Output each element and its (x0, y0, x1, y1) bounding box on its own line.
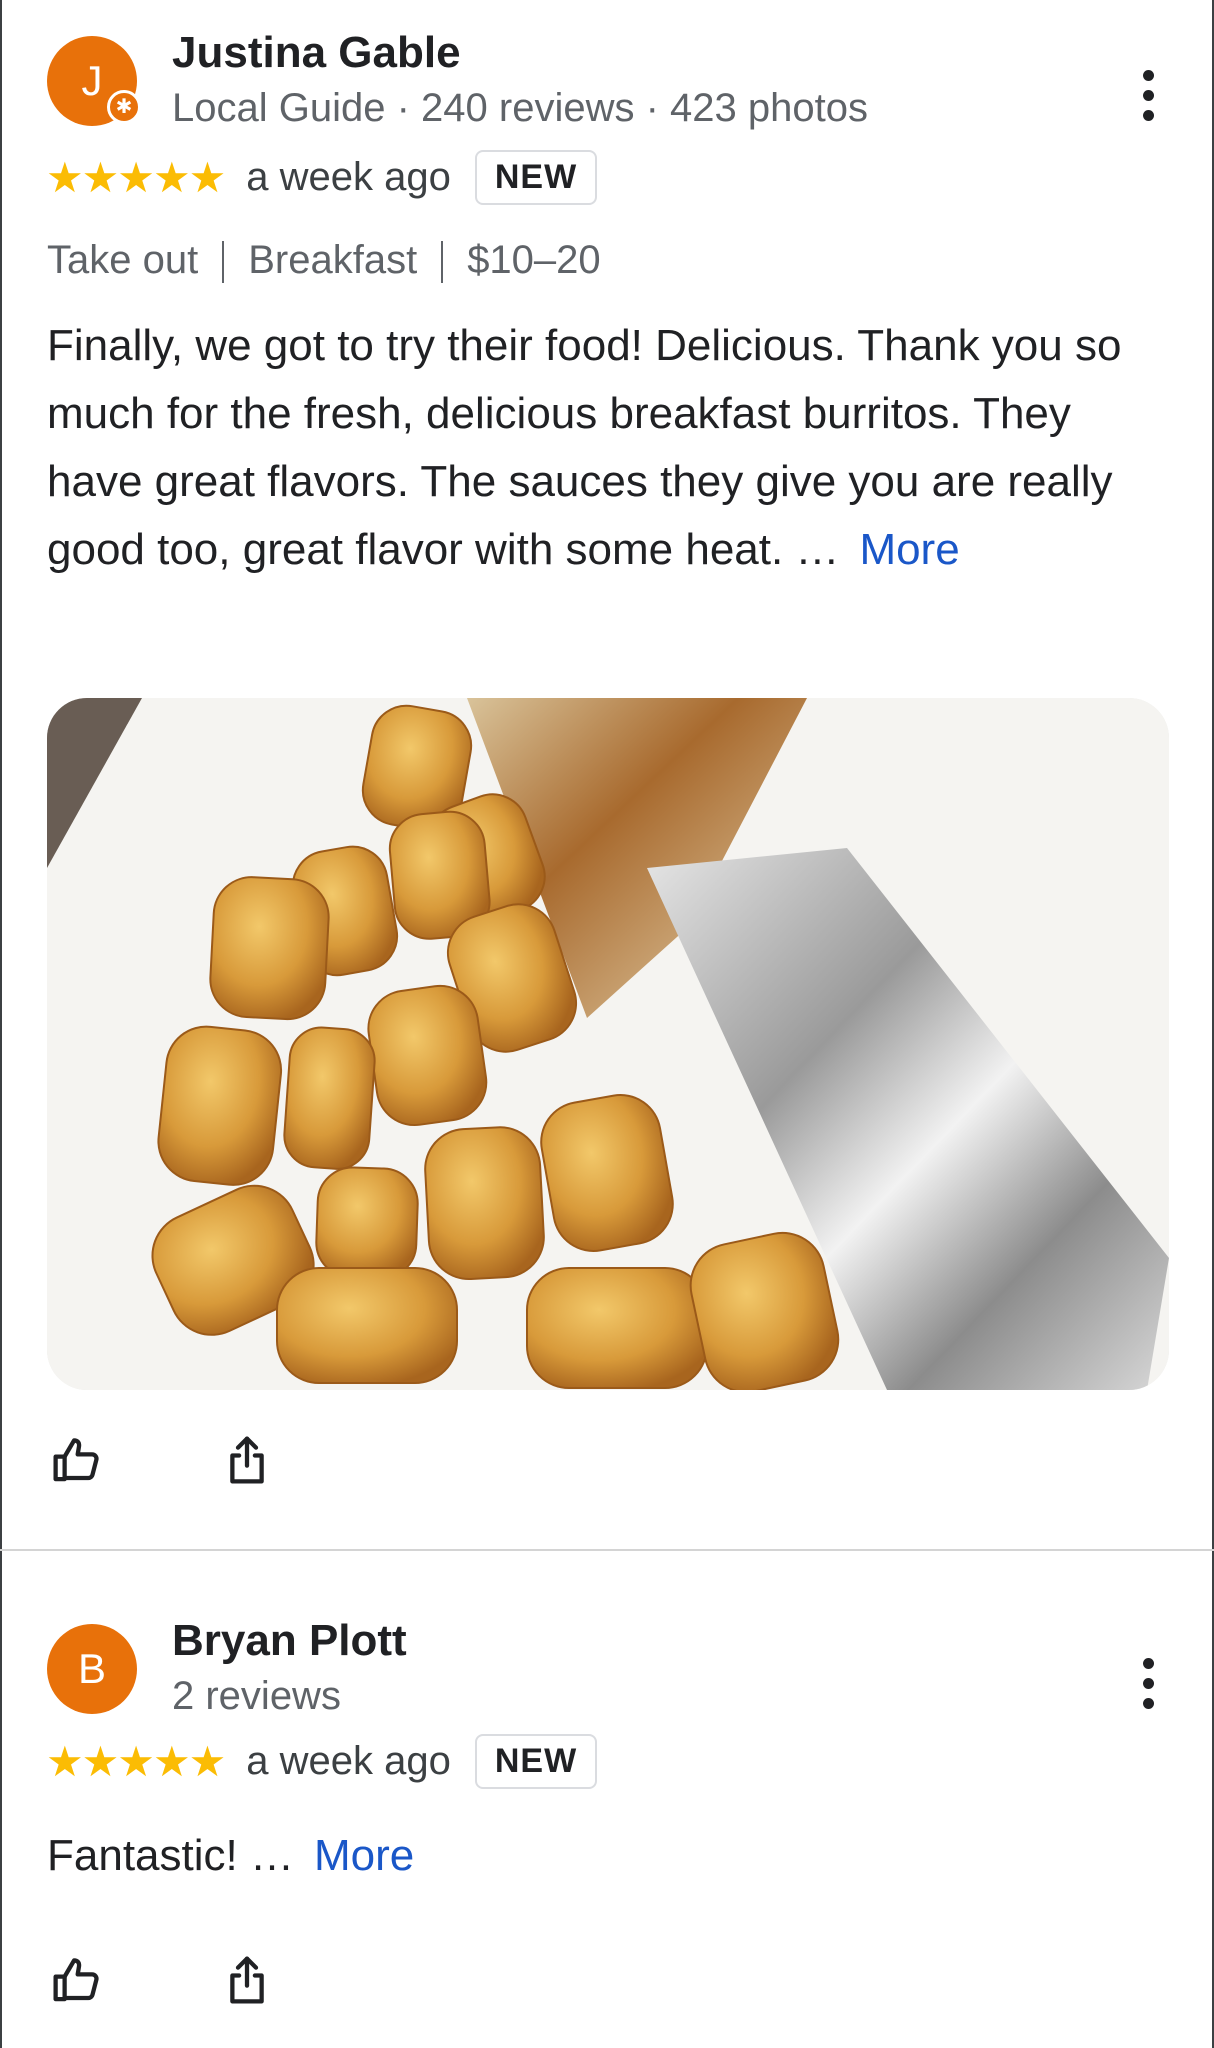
food-photo-illustration (47, 698, 1169, 1390)
thumb-up-icon[interactable] (47, 1950, 107, 2010)
share-icon[interactable] (217, 1430, 277, 1490)
rating-row: ★★★★★ a week ago NEW (46, 1734, 598, 1789)
share-icon[interactable] (217, 1950, 277, 2010)
review-text-content: Fantastic! … (47, 1831, 294, 1880)
review-actions (47, 1430, 277, 1490)
avatar-letter: B (77, 1645, 106, 1692)
reviewer-meta: Local Guide · 240 reviews · 423 photos (172, 86, 868, 130)
thumb-up-icon[interactable] (47, 1430, 107, 1490)
tag-separator (441, 241, 444, 284)
more-link[interactable]: More (314, 1831, 414, 1880)
tag-price: $10–20 (467, 238, 601, 282)
star-rating: ★★★★★ (46, 154, 226, 201)
review-card: B Bryan Plott 2 reviews ★★★★★ a week ago… (0, 1550, 1214, 2048)
avatar[interactable]: B (47, 1624, 137, 1714)
review-time: a week ago (246, 1739, 451, 1783)
review-card: J ✱ Justina Gable Local Guide · 240 revi… (0, 0, 1214, 1549)
local-guide-badge-icon: ✱ (107, 90, 141, 124)
tag-service: Take out (47, 238, 199, 282)
review-actions (47, 1950, 277, 2010)
avatar[interactable]: J ✱ (47, 36, 141, 126)
review-photo[interactable] (47, 698, 1169, 1390)
tag-separator (222, 241, 225, 284)
rating-row: ★★★★★ a week ago NEW (46, 150, 598, 205)
review-text: Finally, we got to try their food! Delic… (47, 312, 1177, 584)
new-badge: NEW (474, 1734, 598, 1789)
reviewer-name[interactable]: Justina Gable (172, 28, 461, 78)
reviewer-meta: 2 reviews (172, 1674, 341, 1718)
review-time: a week ago (246, 155, 451, 199)
tag-meal: Breakfast (248, 238, 418, 282)
review-tags: Take out Breakfast $10–20 (47, 238, 601, 284)
reviewer-name[interactable]: Bryan Plott (172, 1616, 407, 1666)
more-link[interactable]: More (859, 525, 959, 574)
avatar-letter: J (81, 57, 103, 104)
more-vert-icon[interactable] (1124, 60, 1172, 130)
review-text-content: Finally, we got to try their food! Delic… (47, 321, 1122, 574)
new-badge: NEW (474, 150, 598, 205)
review-text: Fantastic! … More (47, 1822, 1177, 1890)
more-vert-icon[interactable] (1124, 1648, 1172, 1718)
star-rating: ★★★★★ (46, 1738, 226, 1785)
